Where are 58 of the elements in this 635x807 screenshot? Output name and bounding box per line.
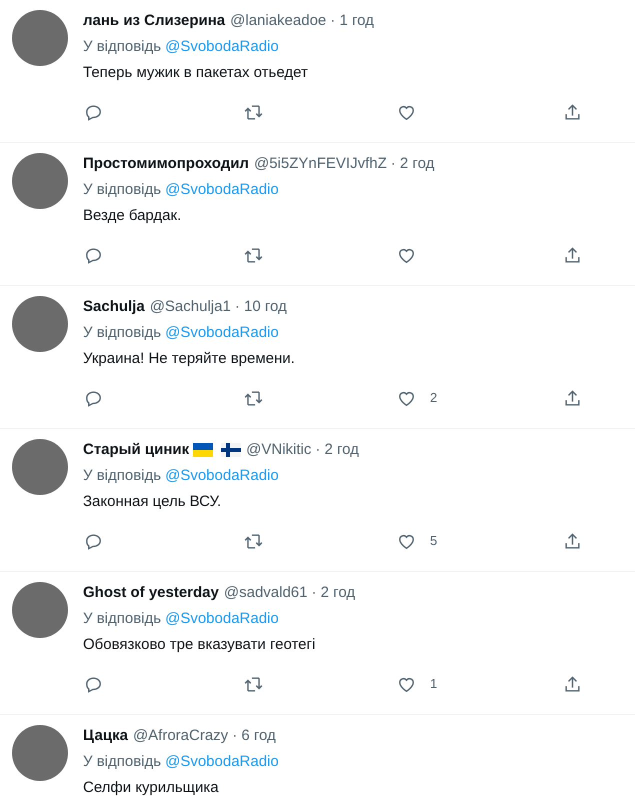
timestamp[interactable]: · 2 год — [390, 152, 434, 176]
reply-icon — [84, 532, 103, 550]
share-button[interactable] — [563, 532, 582, 550]
user-handle[interactable]: @5i5ZYnFEVIJvfhZ — [254, 152, 387, 176]
tweet-text: Украина! Не теряйте времени. — [83, 348, 296, 369]
reply-label: У відповідь — [83, 608, 162, 629]
reply-icon — [84, 674, 103, 694]
timestamp[interactable]: · 10 год — [234, 296, 287, 318]
user-handle[interactable]: @AfroraCrazy — [132, 724, 228, 748]
user-handle[interactable]: @laniakeadoe — [230, 10, 326, 32]
timestamp[interactable]: · 1 год — [330, 10, 374, 32]
reply-label: У відповідь — [83, 752, 162, 772]
like-count: 1 — [430, 675, 438, 694]
retweet-icon — [244, 388, 263, 408]
share-button[interactable] — [563, 102, 582, 122]
like-button[interactable]: 2 — [397, 388, 563, 408]
share-icon — [563, 674, 582, 694]
reply-label: У відповідь — [83, 36, 162, 57]
like-count: 2 — [430, 389, 438, 408]
tweet-text: Законная цель ВСУ. — [83, 492, 222, 512]
reply-icon — [84, 246, 103, 264]
retweet-icon — [244, 674, 263, 694]
reply-icon — [84, 102, 103, 122]
timestamp[interactable]: · 2 год — [312, 582, 356, 604]
ukraine-flag-icon — [193, 443, 214, 457]
retweet-icon — [244, 246, 263, 264]
share-button[interactable] — [563, 388, 582, 408]
reply-label: У відповідь — [83, 180, 162, 200]
tweet-text: Везде бардак. — [83, 206, 182, 226]
display-name[interactable]: Цацка — [83, 724, 128, 748]
finland-flag-icon — [221, 443, 242, 457]
reply-label: У відповідь — [83, 322, 162, 343]
retweet-icon — [244, 102, 263, 122]
reply-icon — [84, 388, 103, 408]
reply-label: У відповідь — [83, 466, 162, 486]
share-button[interactable] — [563, 246, 582, 264]
timestamp[interactable]: · 2 год — [315, 438, 359, 462]
user-handle[interactable]: @Sachulja1 — [150, 296, 231, 318]
share-icon — [563, 532, 582, 550]
share-button[interactable] — [563, 674, 582, 694]
tweet-text: Селфи курильщика — [83, 778, 220, 798]
display-name[interactable]: Sachulja — [83, 296, 145, 318]
share-icon — [563, 246, 582, 264]
tweet-text: Обовязково тре вказувати геотегі — [83, 634, 316, 655]
tweet-text: Теперь мужик в пакетах отьедет — [83, 62, 309, 83]
user-handle[interactable]: @VNikitic — [246, 438, 312, 462]
like-count: 5 — [430, 532, 438, 550]
display-name[interactable]: Простомимопроходил — [83, 152, 249, 176]
retweet-icon — [244, 532, 263, 550]
display-name[interactable]: лань из Слизерина — [83, 10, 226, 32]
like-button[interactable]: 1 — [397, 674, 563, 694]
timestamp[interactable]: · 6 год — [232, 724, 276, 748]
share-icon — [563, 102, 582, 122]
display-name[interactable]: Старый циник — [83, 438, 190, 462]
share-icon — [563, 388, 582, 408]
like-button[interactable]: 5 — [397, 531, 563, 551]
user-handle[interactable]: @sadvald61 — [224, 582, 308, 604]
display-name[interactable]: Ghost of yesterday — [83, 582, 219, 604]
